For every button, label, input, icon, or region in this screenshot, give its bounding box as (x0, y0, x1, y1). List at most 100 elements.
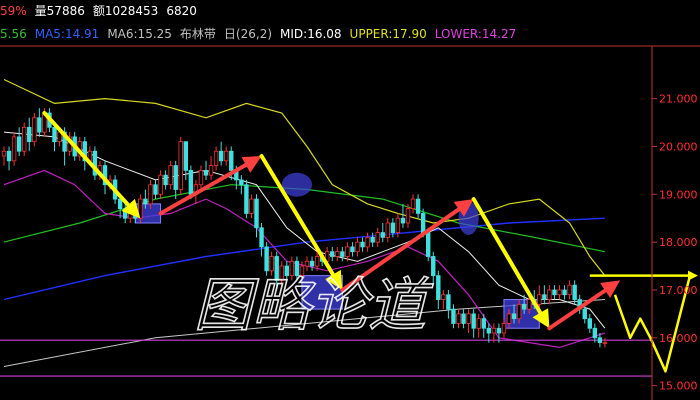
candle-body (244, 184, 249, 214)
candle-body (340, 251, 345, 257)
candle-body (304, 260, 310, 267)
candle-body (466, 313, 471, 324)
candle-body (552, 289, 557, 296)
candle-body (385, 222, 390, 238)
candle-body (592, 327, 598, 339)
price-tick-label: 15.000 (659, 380, 698, 393)
candle-body (456, 313, 461, 324)
candle-body (335, 251, 340, 257)
candle-body (168, 165, 173, 186)
candle-body (390, 222, 396, 233)
candle-body (153, 184, 158, 195)
candle-body (425, 232, 431, 257)
candle-body (32, 117, 37, 143)
candle-body (259, 227, 264, 248)
candle-body (506, 313, 512, 324)
candle-body (52, 126, 57, 143)
candle-body (451, 308, 456, 324)
candle-body (330, 251, 335, 257)
candle-body (269, 256, 274, 272)
candle-body (476, 318, 481, 329)
watermark-text: 图略论道 (194, 271, 434, 339)
candle-body (481, 318, 486, 329)
candle-body (143, 198, 148, 205)
candle-body (527, 299, 532, 310)
candle-body (249, 198, 254, 214)
candle-body (431, 256, 436, 277)
candle-body (178, 141, 183, 190)
candle-body (415, 198, 421, 214)
price-tick-label: 16.000 (659, 332, 698, 345)
candle-body (400, 217, 406, 224)
candle-body (16, 136, 22, 152)
candle-body (542, 294, 547, 300)
candle-body (491, 327, 497, 334)
trend-arrow-shaft (547, 288, 608, 331)
candle-body (117, 198, 123, 210)
candle-body (420, 213, 426, 233)
candle-body (350, 246, 355, 253)
candle-body (380, 232, 385, 238)
candle-body (355, 241, 360, 253)
price-tick-label: 17.000 (659, 284, 698, 297)
candle-body (208, 165, 214, 176)
candle-body (213, 150, 219, 166)
candle-body (264, 246, 269, 272)
candle-body (441, 294, 446, 300)
candlestick-chart: 21.000 20.000 19.000 18.000 17.000 16.000 15.0… (0, 45, 700, 400)
candle-body (223, 150, 229, 162)
candle-body (395, 217, 401, 233)
candle-body (602, 342, 608, 344)
candle-body (582, 308, 587, 320)
candle-body (309, 260, 315, 267)
candle-body (218, 150, 224, 162)
candle-body (375, 232, 380, 243)
trend-arrow-head (600, 280, 621, 298)
candle-body (446, 294, 451, 310)
candle-body (511, 313, 517, 320)
candle-body (496, 327, 502, 334)
candle-body (461, 313, 466, 324)
candle-body (562, 289, 567, 296)
candle-body (173, 165, 178, 190)
candle-body (183, 141, 188, 171)
support-lines (0, 339, 652, 377)
candle-body (516, 303, 522, 320)
candle-body (198, 169, 204, 186)
candle-body (521, 303, 527, 310)
candle-body (436, 275, 441, 300)
candle-body (345, 246, 350, 257)
candle-body (501, 323, 507, 334)
candle-body (471, 313, 476, 329)
candle-body (587, 318, 592, 329)
highlight-ellipse (281, 172, 313, 197)
candle-body (410, 198, 416, 210)
candle-body (158, 174, 163, 195)
candle-body (314, 256, 320, 267)
candle-body (370, 236, 375, 243)
candle-body (572, 284, 577, 300)
candle-body (11, 136, 17, 162)
candle-body (239, 179, 244, 186)
candle-body (405, 208, 411, 224)
trend-arrow-shaft (471, 197, 543, 315)
candle-body (21, 126, 27, 152)
trend-arrow-shaft (158, 162, 248, 216)
candle-body (188, 169, 194, 195)
candle-body (486, 327, 491, 334)
price-axis: 21.000 20.000 19.000 18.000 17.000 16.000 15.0… (651, 46, 698, 400)
price-tick-label: 21.000 (659, 93, 698, 106)
candle-body (360, 241, 365, 248)
candle-body (537, 294, 542, 305)
candle-body (37, 117, 42, 133)
candle-body (365, 236, 370, 248)
candle-body (203, 169, 209, 176)
price-tick-label: 20.000 (659, 140, 698, 153)
candle-body (547, 289, 552, 300)
candle-body (567, 284, 572, 296)
candle-body (27, 126, 32, 143)
candle-body (557, 289, 562, 296)
price-tick-label: 19.000 (659, 188, 698, 201)
price-tick-label: 18.000 (659, 236, 698, 249)
candle-body (6, 150, 12, 162)
